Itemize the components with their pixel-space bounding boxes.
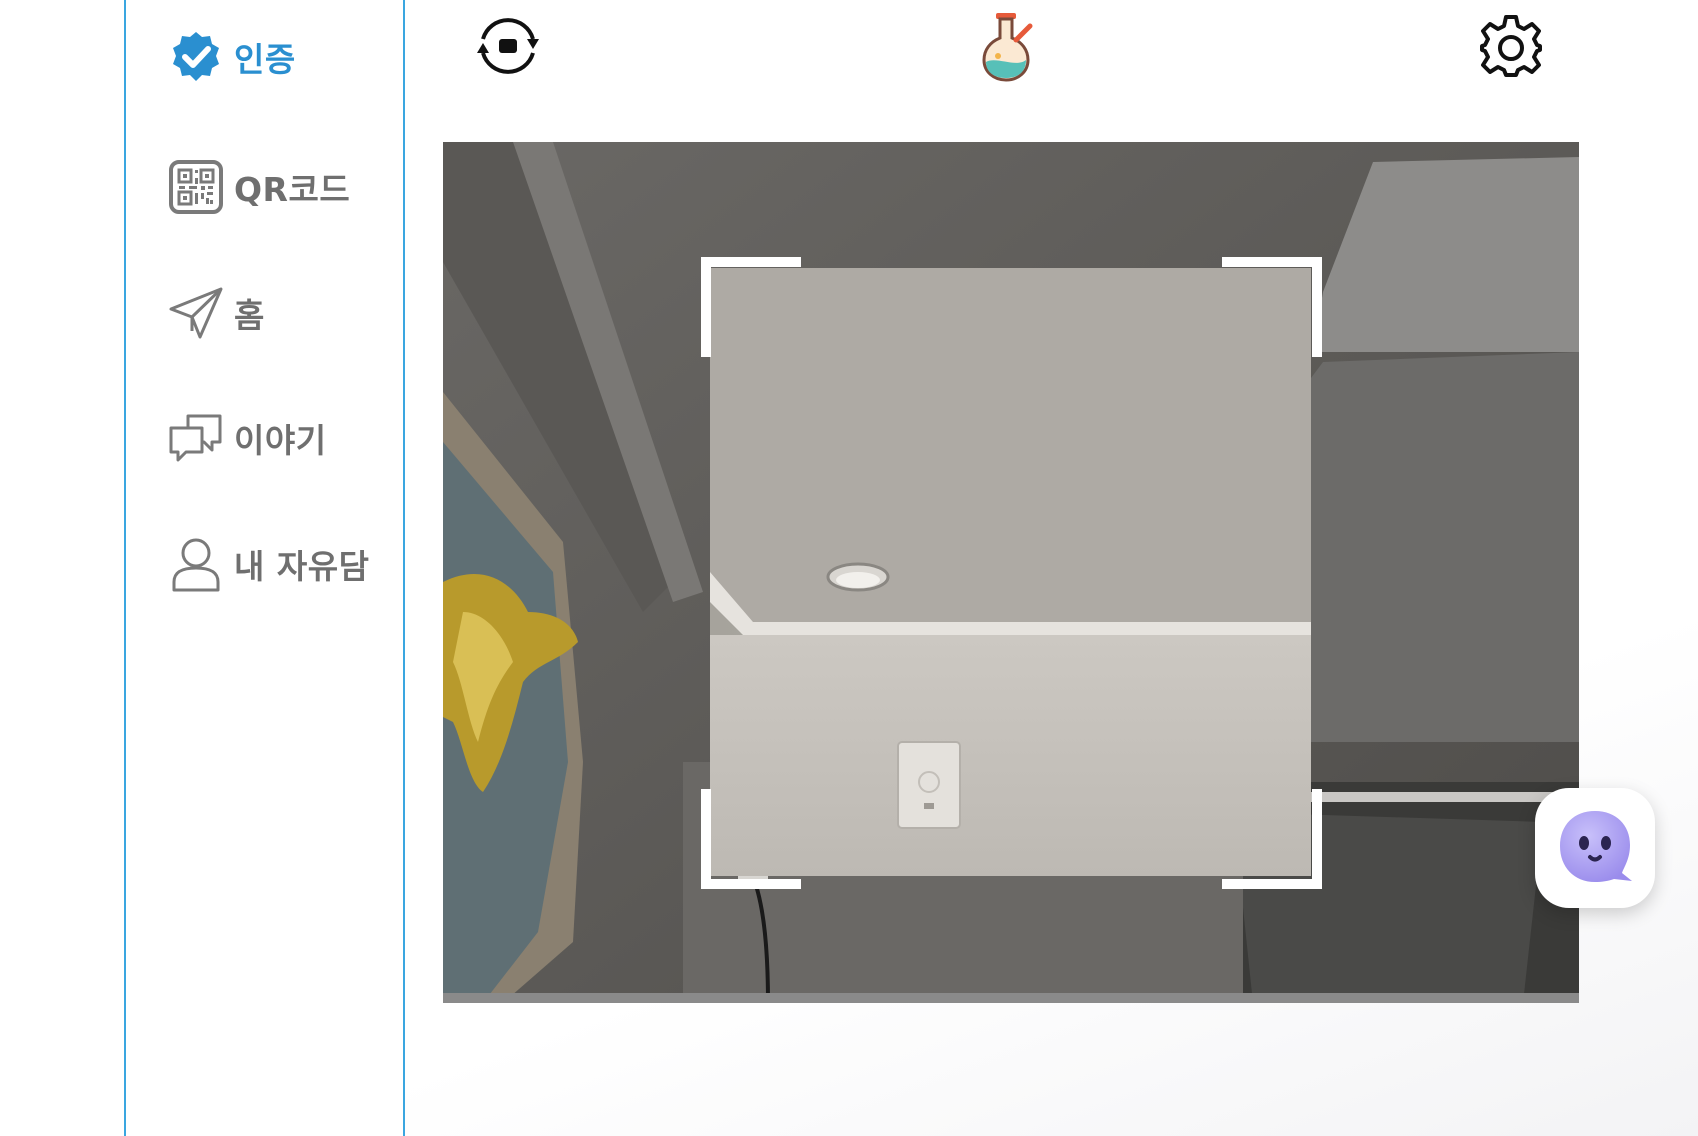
sidebar-item-home[interactable]: 홈: [168, 283, 265, 343]
sidebar-item-my-page[interactable]: 내 자유담: [168, 534, 369, 594]
flask-icon: [976, 10, 1036, 86]
sidebar-item-verification[interactable]: 인증: [168, 27, 296, 87]
user-icon: [168, 536, 224, 592]
switch-camera-button[interactable]: [468, 8, 548, 88]
switch-camera-icon: [471, 9, 545, 87]
ghost-chatbot-icon: [1556, 807, 1634, 889]
paper-plane-icon: [168, 285, 224, 341]
lab-button[interactable]: [966, 8, 1046, 88]
sidebar-item-label: 이야기: [234, 421, 327, 460]
scan-corner-bottom-right: [1222, 789, 1322, 889]
sidebar: 인증 QR코드 홈 이야기 내 자유담: [124, 0, 405, 1136]
camera-bottom-bar: [443, 993, 1579, 1003]
chat-bubbles-icon: [168, 410, 224, 466]
qr-code-icon: [168, 159, 224, 215]
scan-corner-top-right: [1222, 257, 1322, 357]
chatbot-button[interactable]: [1535, 788, 1655, 908]
scan-corner-top-left: [701, 257, 801, 357]
sidebar-item-label: QR코드: [234, 170, 351, 209]
verified-badge-icon: [168, 29, 224, 85]
scan-corner-bottom-left: [701, 789, 801, 889]
qr-scan-frame: [701, 257, 1322, 889]
settings-button[interactable]: [1471, 8, 1551, 88]
sidebar-item-label: 내 자유담: [234, 547, 370, 586]
sidebar-item-label: 홈: [234, 296, 265, 335]
sidebar-item-stories[interactable]: 이야기: [168, 408, 327, 468]
app-page: 인증 QR코드 홈 이야기 내 자유담: [0, 0, 1698, 1136]
sidebar-item-label: 인증: [234, 40, 296, 79]
sidebar-item-qr-code[interactable]: QR코드: [168, 157, 350, 217]
gear-icon: [1478, 13, 1544, 83]
